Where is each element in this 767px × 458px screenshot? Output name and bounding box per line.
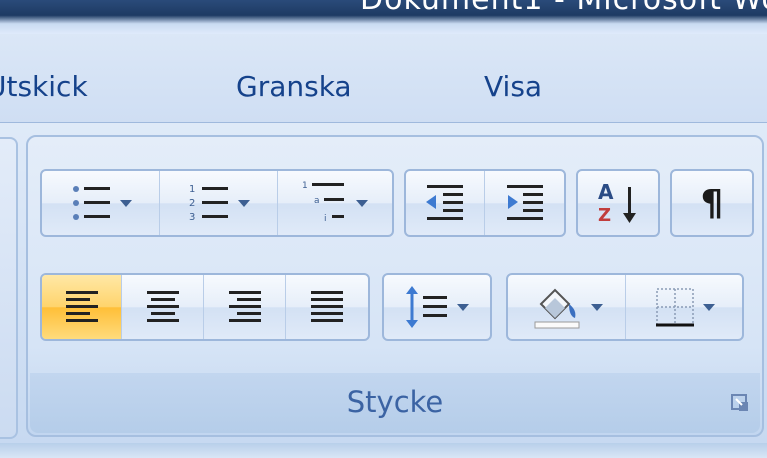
multilevel-list-icon: 1 a i [302,179,350,227]
ribbon-body: 1 2 3 1 a i A Z ¶ Stycke [0,123,767,443]
align-center-button[interactable] [122,275,204,339]
multilevel-dropdown-icon[interactable] [356,199,368,207]
numbering-dropdown-icon[interactable] [237,199,250,207]
svg-text:1: 1 [189,184,195,195]
title-bar: Dokument1 - Microsoft Word [0,0,767,34]
borders-dropdown-icon[interactable] [703,303,715,311]
show-hide-buttons: ¶ [670,169,754,237]
paragraph-group: 1 2 3 1 a i A Z ¶ Stycke [26,135,764,437]
decrease-indent-icon [423,181,467,225]
align-right-icon [225,287,265,327]
svg-text:3: 3 [189,212,195,223]
bullets-dropdown-icon[interactable] [119,199,132,207]
increase-indent-icon [503,181,547,225]
tab-utskick[interactable]: Utskick [0,70,88,103]
document-area-edge [0,443,767,458]
svg-text:2: 2 [189,198,195,209]
line-spacing-icon [405,284,451,330]
numbering-icon: 1 2 3 [188,181,232,225]
previous-group-edge [0,137,18,439]
borders-icon [653,285,697,329]
align-center-icon [143,287,183,327]
svg-text:1: 1 [302,181,308,191]
shading-border-buttons [506,273,744,341]
line-spacing-button[interactable] [384,275,490,339]
justify-button[interactable] [286,275,368,339]
decrease-indent-button[interactable] [406,171,485,235]
sort-button[interactable]: A Z [578,171,658,235]
shading-button[interactable] [508,275,626,339]
line-spacing-dropdown-icon[interactable] [457,303,469,311]
align-left-button[interactable] [42,275,122,339]
justify-icon [307,287,347,327]
bullets-button[interactable] [42,171,160,235]
align-left-icon [62,287,102,327]
list-buttons: 1 2 3 1 a i [40,169,394,237]
svg-text:a: a [314,196,320,206]
shading-icon [531,284,585,330]
group-label-bar: Stycke [30,373,760,433]
svg-text:A: A [598,180,614,204]
line-spacing-buttons [382,273,492,341]
show-hide-pilcrow-icon: ¶ [700,182,724,224]
svg-text:Z: Z [598,205,611,226]
group-title: Stycke [346,385,444,419]
numbering-button[interactable]: 1 2 3 [160,171,278,235]
tab-visa[interactable]: Visa [484,70,542,103]
shading-dropdown-icon[interactable] [590,303,603,311]
align-right-button[interactable] [204,275,286,339]
sort-icon: A Z [596,179,640,227]
borders-button[interactable] [626,275,742,339]
alignment-buttons [40,273,370,341]
window-title: Dokument1 - Microsoft Word [360,0,767,17]
multilevel-list-button[interactable]: 1 a i [278,171,392,235]
ribbon-tab-bar: Utskick Granska Visa [0,34,767,123]
indent-buttons [404,169,566,237]
show-hide-button[interactable]: ¶ [672,171,752,235]
tab-granska[interactable]: Granska [236,70,352,103]
svg-text:i: i [324,214,327,224]
sort-buttons: A Z [576,169,660,237]
dialog-launcher-icon[interactable] [730,393,750,413]
bullets-icon [70,181,114,225]
increase-indent-button[interactable] [485,171,564,235]
